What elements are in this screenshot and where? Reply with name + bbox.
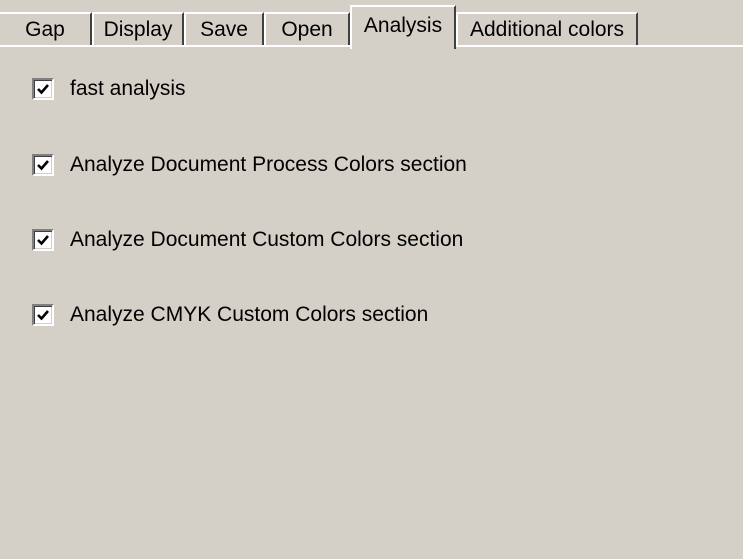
tab-open[interactable]: Open — [264, 12, 350, 47]
settings-dialog: Gap Display Save Open Analysis Additiona… — [0, 0, 743, 559]
analyze-process-colors-checkbox[interactable] — [32, 154, 54, 176]
analyze-cmyk-colors-label: Analyze CMYK Custom Colors section — [70, 303, 429, 326]
analysis-panel: fast analysis Analyze Document Process C… — [0, 47, 743, 559]
analyze-custom-colors-checkbox[interactable] — [32, 229, 54, 251]
fast-analysis-option[interactable]: fast analysis — [32, 75, 186, 103]
tab-analysis[interactable]: Analysis — [350, 5, 456, 49]
analyze-process-colors-option[interactable]: Analyze Document Process Colors section — [32, 151, 467, 179]
tab-save[interactable]: Save — [184, 12, 264, 47]
tab-analysis-label: Analysis — [363, 14, 443, 37]
analyze-process-colors-label: Analyze Document Process Colors section — [70, 153, 467, 176]
checkmark-icon — [37, 160, 49, 171]
checkmark-icon — [37, 84, 49, 95]
tab-additional-colors-label: Additional colors — [469, 18, 625, 41]
analyze-cmyk-colors-checkbox[interactable] — [32, 304, 54, 326]
tab-additional-colors[interactable]: Additional colors — [456, 12, 638, 47]
checkmark-icon — [37, 310, 49, 321]
checkmark-icon — [37, 235, 49, 246]
tab-open-label: Open — [281, 18, 333, 41]
tab-display-label: Display — [103, 18, 173, 41]
tab-strip: Gap Display Save Open Analysis Additiona… — [0, 0, 743, 49]
analyze-cmyk-colors-option[interactable]: Analyze CMYK Custom Colors section — [32, 301, 428, 329]
fast-analysis-checkbox[interactable] — [32, 78, 54, 100]
analyze-custom-colors-option[interactable]: Analyze Document Custom Colors section — [32, 226, 463, 254]
tab-display[interactable]: Display — [92, 12, 184, 47]
tab-save-label: Save — [200, 18, 248, 41]
tab-gap-label: Gap — [25, 18, 65, 41]
analyze-custom-colors-label: Analyze Document Custom Colors section — [70, 228, 464, 251]
tab-gap[interactable]: Gap — [0, 12, 92, 47]
fast-analysis-label: fast analysis — [70, 77, 186, 100]
